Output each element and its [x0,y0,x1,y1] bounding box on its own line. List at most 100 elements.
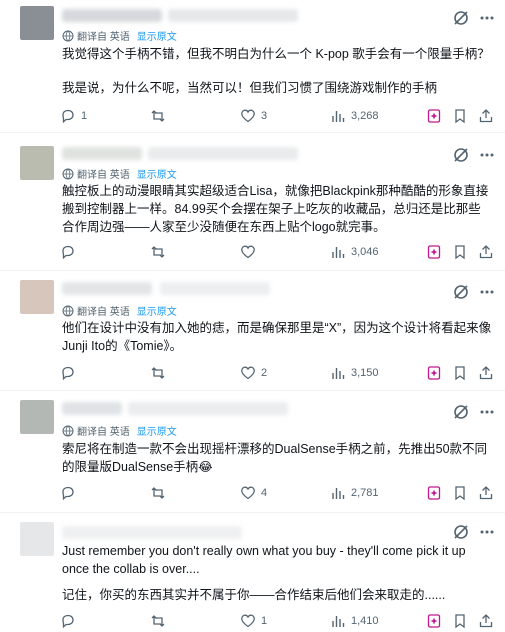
reply-button[interactable] [60,362,81,384]
translated-from-label: 翻译自 英语 [77,427,130,438]
view-count: 3,046 [351,246,379,258]
translation-note: 翻译自 英语 显示原文 [62,303,177,318]
reply-button[interactable]: 1 [60,105,87,127]
reply-post: 翻译自 英语 显示原文 他们在设计中没有加入她的痣，而是确保那里是“X”，因为这… [0,270,505,391]
like-button[interactable]: 1 [240,610,267,632]
retweet-button[interactable] [150,362,171,384]
more-icon[interactable] [477,282,497,302]
heart-icon [241,486,255,500]
views-icon [332,616,345,627]
reply-button[interactable] [60,610,81,632]
grok-icon[interactable] [451,8,471,28]
bookmark-button[interactable] [452,482,468,504]
views-button[interactable]: 3,150 [330,362,379,384]
reply-post: Just remember you don't really own what … [0,512,505,630]
post-header-icons [451,282,497,302]
blurred-handle [168,9,298,22]
like-button[interactable]: 2 [240,362,267,384]
like-count: 4 [261,487,268,499]
more-icon[interactable] [477,8,497,28]
post-actions: 1 3 3,268 [60,105,500,127]
like-count: 1 [261,615,268,627]
share-icon [479,486,493,500]
like-button[interactable] [240,241,261,263]
ai-button[interactable] [426,362,442,384]
ai-button[interactable] [426,482,442,504]
bookmark-button[interactable] [452,610,468,632]
avatar[interactable] [20,146,54,180]
show-original-link[interactable]: 显示原文 [137,28,177,43]
bookmark-button[interactable] [452,105,468,127]
heart-icon [241,614,255,628]
views-icon [332,111,345,122]
retweet-button[interactable] [150,482,171,504]
post-actions: 1 1,410 [60,610,500,632]
retweet-icon [151,615,165,627]
share-button[interactable] [478,362,494,384]
post-actions: 2 3,150 [60,362,500,384]
ai-button[interactable] [426,241,442,263]
views-icon [332,247,345,258]
show-original-link[interactable]: 显示原文 [137,303,177,318]
reply-post: 翻译自 英语 显示原文 索尼将在制造一款不会出现摇杆漂移的DualSense手柄… [0,390,505,513]
post-body: 他们在设计中没有加入她的痣，而是确保那里是“X”，因为这个设计将看起来像Junj… [62,319,492,355]
reply-button[interactable] [60,241,81,263]
retweet-icon [151,487,165,499]
share-button[interactable] [478,105,494,127]
retweet-button[interactable] [150,105,171,127]
show-original-link[interactable]: 显示原文 [137,166,177,181]
grok-icon[interactable] [451,282,471,302]
translation-note: 翻译自 英语 显示原文 [62,166,177,181]
translated-from-label: 翻译自 英语 [77,32,130,43]
share-button[interactable] [478,482,494,504]
bookmark-icon [455,109,465,124]
post-header-icons [451,522,497,542]
post-body: 我觉得这个手柄不错，但我不明白为什么一个 K-pop 歌手会有一个限量手柄？ 我… [62,45,492,97]
avatar[interactable] [20,280,54,314]
grok-icon[interactable] [451,522,471,542]
grok-icon[interactable] [451,402,471,422]
avatar[interactable] [20,522,54,556]
show-original-link[interactable]: 显示原文 [137,423,177,438]
bookmark-button[interactable] [452,362,468,384]
view-count: 2,781 [351,487,379,499]
translate-icon [62,30,74,42]
ai-icon [427,486,441,500]
more-icon[interactable] [477,522,497,542]
ai-icon [427,366,441,380]
ai-button[interactable] [426,105,442,127]
reply-button[interactable] [60,482,81,504]
blurred-handle [128,402,288,415]
translated-from-label: 翻译自 英语 [77,170,130,181]
post-text: 我是说，为什么不呢，当然可以！但我们习惯了围绕游戏制作的手柄 [62,81,438,95]
more-icon[interactable] [477,402,497,422]
grok-icon[interactable] [451,145,471,165]
views-button[interactable]: 2,781 [330,482,379,504]
translation-note: 翻译自 英语 显示原文 [62,423,177,438]
more-icon[interactable] [477,145,497,165]
share-button[interactable] [478,610,494,632]
view-count: 3,268 [351,110,379,122]
post-header-icons [451,145,497,165]
bookmark-button[interactable] [452,241,468,263]
retweet-button[interactable] [150,610,171,632]
ai-icon [427,109,441,123]
post-actions: 3,046 [60,241,500,263]
avatar[interactable] [20,6,54,40]
retweet-button[interactable] [150,241,171,263]
translate-icon [62,305,74,317]
ai-button[interactable] [426,610,442,632]
like-button[interactable]: 3 [240,105,267,127]
views-button[interactable]: 3,046 [330,241,379,263]
translation-note: 翻译自 英语 显示原文 [62,28,177,43]
post-body: 索尼将在制造一款不会出现摇杆漂移的DualSense手柄之前，先推出50款不同的… [62,440,492,476]
share-icon [479,245,493,259]
avatar[interactable] [20,400,54,434]
bookmark-icon [455,486,465,501]
views-button[interactable]: 3,268 [330,105,379,127]
view-count: 3,150 [351,367,379,379]
views-button[interactable]: 1,410 [330,610,379,632]
like-button[interactable]: 4 [240,482,267,504]
share-button[interactable] [478,241,494,263]
heart-icon [241,245,255,259]
